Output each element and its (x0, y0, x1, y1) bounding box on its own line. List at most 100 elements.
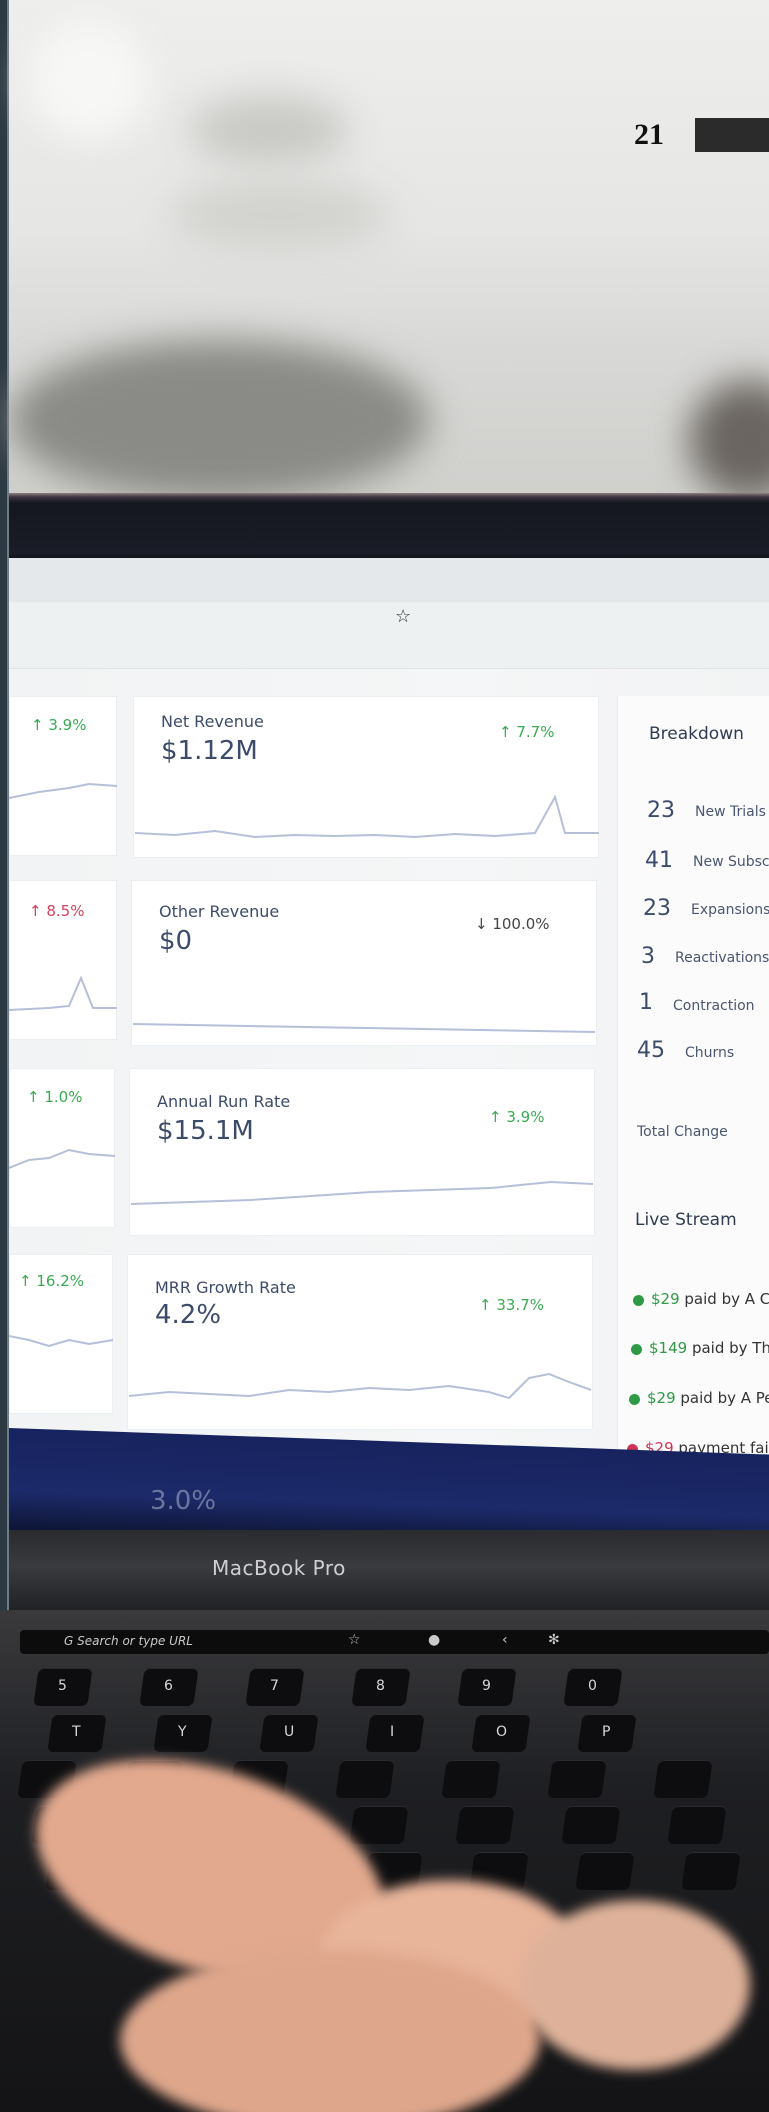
card-sparkline (130, 1180, 594, 1205)
left-vertical-rule (0, 0, 9, 1652)
partial-card-delta: ↑ 8.5% (29, 902, 85, 920)
breakdown-count: 23 (643, 896, 671, 921)
keyboard-key[interactable] (335, 1760, 395, 1798)
touch-bar-search[interactable]: G Search or type URL (64, 1634, 193, 1648)
keyboard-key-label: 6 (164, 1678, 173, 1694)
keyboard-key[interactable] (681, 1852, 741, 1890)
breakdown-heading: Breakdown (649, 724, 744, 744)
breakdown-label: Churns (685, 1045, 735, 1061)
card-title: Other Revenue (159, 902, 280, 921)
background-blob (9, 340, 429, 500)
laptop-chin (9, 1530, 769, 1620)
partial-card-delta-value: 3.9% (48, 716, 87, 734)
keyboard-key[interactable] (653, 1760, 713, 1798)
success-dot-icon (633, 1295, 644, 1306)
card-title: MRR Growth Rate (155, 1278, 296, 1297)
touch-bar-brightness-icon[interactable]: ✻ (548, 1632, 560, 1648)
keyboard-key-label: 7 (270, 1678, 279, 1694)
photo-stage: 21 ☆ ↑ 3.9% Net Revenue $1.12M ↑ 7.7% ↑ … (0, 0, 769, 2112)
keyboard-key[interactable] (455, 1806, 515, 1844)
blurred-office-background (9, 0, 769, 500)
keyboard-key-label: Y (178, 1724, 187, 1740)
background-blob (189, 95, 349, 165)
page-number: 21 (634, 118, 664, 151)
hand (520, 1900, 750, 2070)
under-screen-value: 3.0% (150, 1486, 217, 1516)
live-stream-text: paid by A Co (684, 1290, 769, 1308)
card-value: 4.2% (155, 1300, 222, 1330)
card-title: Annual Run Rate (157, 1092, 291, 1111)
success-dot-icon (629, 1394, 640, 1405)
keyboard-key[interactable] (441, 1760, 501, 1798)
breakdown-count: 3 (641, 944, 655, 969)
breakdown-label: New Trials (695, 804, 766, 820)
star-icon[interactable]: ☆ (395, 606, 411, 627)
keyboard-key[interactable] (575, 1852, 635, 1890)
google-icon: G (64, 1634, 74, 1648)
keyboard-key-label: P (602, 1724, 611, 1740)
breakdown-count: 1 (639, 990, 653, 1015)
card-sparkline (132, 1023, 596, 1033)
laptop-top-bezel (9, 493, 769, 560)
partial-card-delta: ↑ 1.0% (27, 1088, 83, 1106)
laptop-brand-label: MacBook Pro (212, 1556, 346, 1580)
live-stream-item[interactable]: $29 paid by A Per (647, 1389, 769, 1407)
keyboard-key-label: T (72, 1724, 81, 1740)
live-stream-heading: Live Stream (635, 1210, 737, 1230)
touch-bar-star-icon[interactable]: ☆ (348, 1632, 361, 1648)
keyboard-key-label: 0 (588, 1678, 597, 1694)
keyboard-key-label: 5 (58, 1678, 67, 1694)
partial-card-delta: ↑ 3.9% (31, 716, 87, 734)
keyboard-key-label: 9 (482, 1678, 491, 1694)
touch-bar-search-text: Search or type URL (77, 1634, 193, 1648)
card-delta-value: 100.0% (492, 915, 550, 933)
breakdown-label: Contraction (673, 998, 755, 1014)
live-stream-text: paid by Tha (691, 1339, 769, 1357)
background-blob (169, 180, 389, 250)
live-stream-amount: $29 (647, 1389, 676, 1407)
breakdown-label: Reactivations (675, 950, 769, 966)
keyboard-key[interactable] (561, 1806, 621, 1844)
card-sparkline (134, 794, 599, 839)
keyboard-key[interactable] (547, 1760, 607, 1798)
card-delta-value: 33.7% (496, 1296, 544, 1314)
background-blob (689, 380, 769, 500)
background-blob (29, 20, 149, 140)
keyboard-key-label: I (390, 1724, 395, 1740)
live-stream-text: paid by A Per (680, 1389, 769, 1407)
touch-bar-toggle-icon[interactable]: ● (428, 1632, 440, 1648)
card-value: $0 (159, 926, 193, 956)
keyboard-key-label: 8 (376, 1678, 385, 1694)
breakdown-count: 45 (637, 1038, 665, 1063)
partial-card-sparkline (9, 975, 117, 1011)
card-delta-value: 3.9% (506, 1108, 545, 1126)
card-delta: ↑ 33.7% (479, 1296, 544, 1314)
laptop-screen: ☆ ↑ 3.9% Net Revenue $1.12M ↑ 7.7% ↑ 8.5… (9, 558, 769, 1548)
partial-card-delta-value: 8.5% (46, 902, 85, 920)
partial-card-sparkline (9, 1335, 114, 1348)
total-change-label: Total Change (637, 1124, 728, 1140)
breakdown-count: 41 (645, 848, 673, 873)
live-stream-item[interactable]: $29 paid by A Co (651, 1290, 769, 1308)
partial-card-sparkline (9, 1148, 116, 1169)
live-stream-amount: $29 (651, 1290, 680, 1308)
keyboard-key-label: O (496, 1724, 508, 1740)
card-delta: ↑ 3.9% (489, 1108, 545, 1126)
keyboard-key[interactable] (349, 1806, 409, 1844)
live-stream-amount: $149 (649, 1339, 688, 1357)
card-value: $1.12M (161, 736, 258, 766)
keyboard-key[interactable] (365, 1714, 425, 1752)
browser-tab-bar (9, 558, 769, 602)
live-stream-item[interactable]: $149 paid by Tha (649, 1339, 769, 1357)
card-title: Net Revenue (161, 712, 264, 731)
keyboard-key[interactable] (667, 1806, 727, 1844)
breakdown-label: New Subsc (693, 854, 769, 870)
partial-card-delta: ↑ 16.2% (19, 1272, 84, 1290)
card-delta: ↑ 7.7% (499, 723, 555, 741)
touch-bar-back-icon[interactable]: ‹ (502, 1632, 508, 1648)
browser-toolbar (9, 602, 769, 669)
card-delta-value: 7.7% (516, 723, 555, 741)
breakdown-label: Expansions (691, 902, 769, 918)
card-delta: ↓ 100.0% (475, 915, 550, 933)
card-sparkline (128, 1372, 592, 1400)
